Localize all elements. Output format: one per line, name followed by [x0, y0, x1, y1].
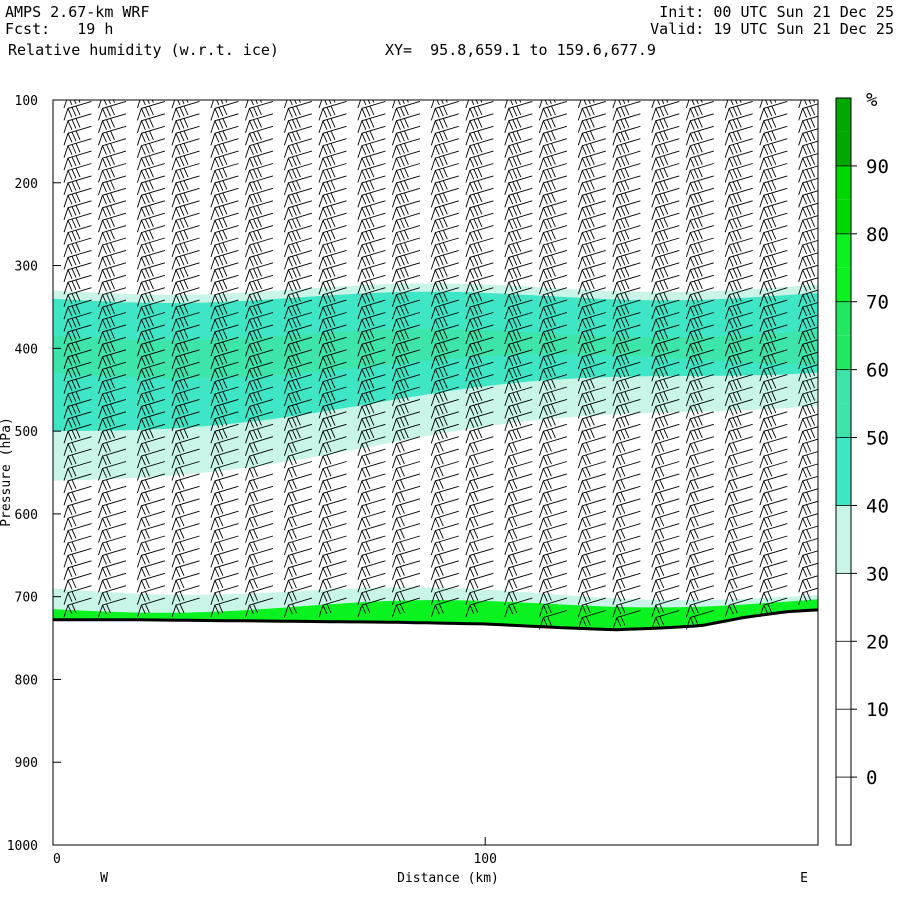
y-tick-label: 700	[15, 591, 38, 606]
colorbar-tick-label: 90	[866, 156, 889, 178]
colorbar-segment	[836, 777, 851, 845]
y-tick-label: 200	[15, 177, 38, 192]
colorbar-segment	[836, 369, 851, 404]
colorbar-tick-label: 20	[866, 631, 889, 653]
y-tick-label: 300	[15, 260, 38, 275]
colorbar-segment	[836, 165, 851, 200]
x-axis-label: Distance (km)	[397, 871, 499, 886]
y-axis-label: Pressure (hPa)	[0, 417, 14, 527]
colorbar-segment	[836, 641, 851, 710]
y-tick-label: 800	[15, 673, 38, 688]
colorbar-segment	[836, 539, 851, 574]
colorbar-tick-label: 60	[866, 360, 889, 382]
y-tick-label: 600	[15, 508, 38, 523]
colorbar-segment	[836, 131, 851, 166]
y-tick-label: 500	[15, 425, 38, 440]
colorbar-segment	[836, 505, 851, 540]
colorbar-tick-label: 70	[866, 292, 889, 314]
x-tick-label: 0	[53, 852, 61, 867]
colorbar-tick-label: 40	[866, 495, 889, 517]
colorbar-segment	[836, 437, 851, 472]
colorbar-segment	[836, 199, 851, 234]
colorbar-segment	[836, 573, 851, 642]
x-tick-label: 100	[473, 852, 496, 867]
colorbar-tick-label: 0	[866, 767, 877, 789]
east-label: E	[800, 871, 808, 886]
y-tick-label: 1000	[7, 839, 38, 854]
colorbar-tick-label: 50	[866, 428, 889, 450]
colorbar-segment	[836, 335, 851, 370]
colorbar-segment	[836, 233, 851, 268]
y-tick-label: 900	[15, 756, 38, 771]
colorbar-tick-label: 30	[866, 563, 889, 585]
axes: 100 200 300 400 500 600 700 800 900 1000 0 100 W E Dis…	[0, 94, 808, 886]
colorbar-segment	[836, 301, 851, 336]
colorbar-segment	[836, 471, 851, 506]
colorbar-segment	[836, 267, 851, 302]
colorbar-tick-label: 80	[866, 224, 889, 246]
cross-section-chart: 10020030040050060070080090010000 100W EDis…	[0, 89, 889, 886]
y-tick-label: 100	[15, 94, 38, 109]
colorbar-segment	[836, 709, 851, 778]
colorbar-segment	[836, 98, 851, 132]
colorbar-unit: %	[866, 89, 878, 111]
west-label: W	[100, 871, 108, 886]
colorbar-segment	[836, 403, 851, 438]
colorbar: 0 10 20 30 40 50 60 70 80 90%	[835, 89, 889, 846]
y-tick-label: 400	[15, 342, 38, 357]
colorbar-tick-label: 10	[866, 699, 889, 721]
